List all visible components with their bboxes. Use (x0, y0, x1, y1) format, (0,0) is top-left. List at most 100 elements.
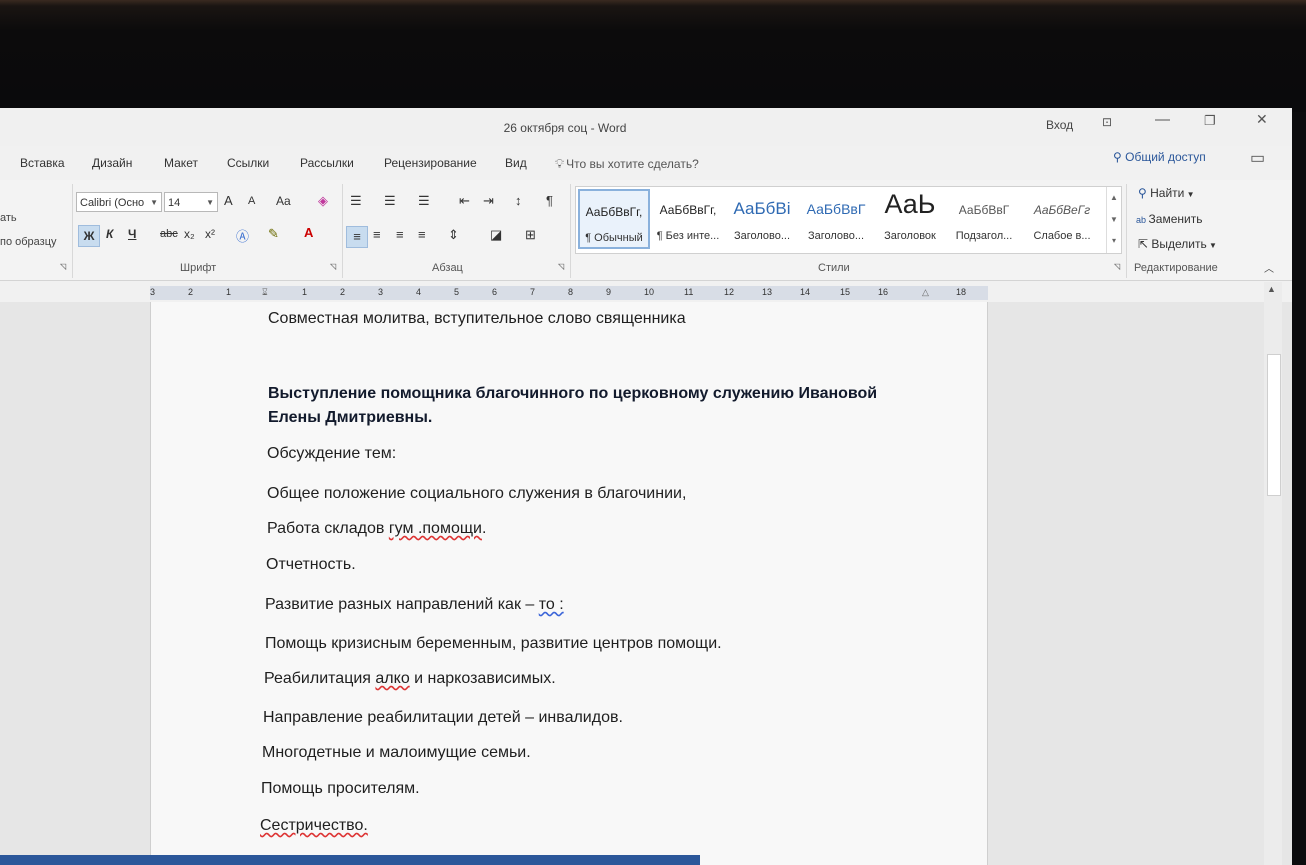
strikethrough-button[interactable]: abc (160, 228, 178, 240)
clipboard-launcher-icon[interactable]: ◹ (60, 262, 66, 271)
paste-label-fragment[interactable]: ать (0, 212, 17, 224)
show-marks-button[interactable]: ¶ (546, 193, 553, 208)
find-button[interactable]: ⚲ Найти ▼ (1138, 186, 1195, 200)
tab-review[interactable]: Рецензирование (384, 156, 477, 170)
styles-launcher-icon[interactable]: ◹ (1114, 262, 1120, 271)
spelling-error[interactable]: Сестричество. (260, 817, 368, 834)
style-heading-2[interactable]: АаБбВвГ Заголово... (800, 189, 872, 249)
line-spacing-icon[interactable]: ⇕ (448, 227, 459, 243)
text-run: и наркозависимых. (409, 670, 556, 687)
collapse-ribbon-icon[interactable]: ︿ (1264, 260, 1274, 275)
shrink-font-button[interactable]: A (248, 195, 255, 207)
style-normal[interactable]: АаБбВвГг, ¶ Обычный (578, 189, 650, 249)
format-painter-label[interactable]: по образцу (0, 236, 57, 248)
replace-button[interactable]: ab Заменить (1136, 212, 1202, 226)
ruler-tick: 15 (840, 287, 851, 297)
close-button[interactable]: ✕ (1256, 111, 1268, 128)
ruler-tick: 9 (606, 287, 612, 297)
ribbon-display-options-icon[interactable]: ⊡ (1102, 115, 1112, 129)
spelling-error[interactable]: гум .помощи (389, 520, 482, 537)
justify-icon[interactable]: ≡ (418, 227, 426, 242)
borders-icon[interactable]: ⊞ (525, 227, 536, 243)
divider (342, 184, 343, 278)
ruler-tick: 14 (800, 287, 811, 297)
ruler-tick: 1 (226, 287, 232, 297)
grow-font-button[interactable]: A (224, 193, 233, 208)
select-button[interactable]: ⇱ Выделить ▼ (1138, 237, 1217, 251)
multilevel-list-icon[interactable]: ☰ (418, 193, 430, 209)
font-group-label: Шрифт (180, 262, 217, 274)
highlight-icon[interactable]: ✎ (268, 226, 279, 242)
ruler-tick: 11 (684, 287, 694, 297)
sort-icon[interactable]: ↕ (515, 193, 522, 208)
restore-button[interactable]: ❐ (1204, 113, 1216, 129)
share-label: Общий доступ (1125, 150, 1206, 164)
ruler-tick: 13 (762, 287, 773, 297)
minimize-button[interactable]: — (1155, 111, 1170, 128)
divider (72, 184, 73, 278)
tab-view[interactable]: Вид (505, 156, 527, 170)
style-heading-1[interactable]: АаБбВі Заголово... (726, 189, 798, 249)
align-center-icon[interactable]: ≡ (373, 227, 381, 242)
increase-indent-icon[interactable]: ⇥ (483, 193, 494, 209)
ruler-tick: 10 (644, 287, 655, 297)
scroll-up-icon[interactable]: ▲ (1267, 284, 1276, 294)
style-title[interactable]: АаЬ Заголовок (874, 189, 946, 249)
align-right-icon[interactable]: ≡ (396, 227, 404, 242)
more-styles-icon[interactable]: ▾ (1107, 231, 1121, 251)
horizontal-ruler[interactable]: 3 2 1 ⌛︎ 1 2 3 4 5 6 7 8 9 10 11 12 13 1… (150, 286, 988, 300)
bold-button[interactable]: Ж (78, 225, 100, 247)
ruler-tick: 2 (340, 287, 346, 297)
vertical-scrollbar[interactable]: ▲ (1264, 282, 1282, 865)
decrease-indent-icon[interactable]: ⇤ (459, 193, 470, 209)
doc-line: Работа складов гум .помощи. (267, 520, 486, 538)
style-subtitle[interactable]: АаБбВвГ Подзагол... (948, 189, 1020, 249)
tab-insert[interactable]: Вставка (20, 156, 65, 170)
chevron-down-icon[interactable]: ▼ (1107, 209, 1121, 231)
font-launcher-icon[interactable]: ◹ (330, 262, 336, 271)
shading-icon[interactable]: ◪ (490, 227, 502, 243)
font-name-box[interactable]: Calibri (Осно ▼ (76, 192, 162, 212)
spelling-error[interactable]: алко (375, 670, 409, 687)
right-indent-marker-icon[interactable]: △ (922, 287, 929, 298)
doc-line: Многодетные и малоимущие семьи. (262, 744, 531, 761)
share-button[interactable]: ⚲ Общий доступ (1113, 150, 1206, 164)
search-icon: ⚲ (1138, 186, 1151, 200)
style-no-spacing[interactable]: АаБбВвГг, ¶ Без инте... (652, 189, 724, 249)
editing-group-label: Редактирование (1134, 262, 1218, 274)
tell-me-box[interactable]: 💡︎ Что вы хотите сделать? (555, 156, 699, 172)
grammar-error[interactable]: то : (539, 596, 564, 613)
ruler-tick: 8 (568, 287, 574, 297)
numbering-icon[interactable]: ☰ (384, 193, 396, 209)
align-left-icon[interactable]: ≡ (346, 226, 368, 248)
doc-line: Направление реабилитации детей – инвалид… (263, 709, 623, 726)
signin-link[interactable]: Вход (1046, 118, 1073, 132)
paragraph-launcher-icon[interactable]: ◹ (558, 262, 564, 271)
ruler-tick: 2 (188, 287, 194, 297)
clear-formatting-icon[interactable]: ◈ (318, 193, 328, 209)
tab-design[interactable]: Дизайн (92, 156, 132, 170)
underline-button[interactable]: Ч (128, 227, 136, 241)
indent-marker-icon[interactable]: ⌛︎ (262, 287, 268, 298)
doc-line: Отчетность. (266, 556, 356, 573)
ruler-tick: 12 (724, 287, 735, 297)
tab-layout[interactable]: Макет (164, 156, 198, 170)
change-case-button[interactable]: Aa (276, 194, 291, 208)
page[interactable]: Совместная молитва, вступительное слово … (150, 302, 988, 865)
style-subtle-emphasis[interactable]: АаБбВеГг Слабое в... (1026, 189, 1098, 249)
tab-mailings[interactable]: Рассылки (300, 156, 354, 170)
font-color-icon[interactable]: A (304, 225, 313, 240)
italic-button[interactable]: К (106, 227, 113, 241)
tab-references[interactable]: Ссылки (227, 156, 269, 170)
superscript-button[interactable]: x² (205, 227, 215, 241)
subscript-button[interactable]: x₂ (184, 227, 195, 241)
text-effects-icon[interactable]: Ⓐ (236, 226, 249, 245)
scroll-thumb[interactable] (1267, 354, 1281, 496)
font-size-box[interactable]: 14 ▼ (164, 192, 218, 212)
styles-scroll[interactable]: ▲ ▼ ▾ (1106, 187, 1121, 253)
lightbulb-icon: 💡︎ (555, 156, 565, 171)
ribbon: ать по образцу ◹ Calibri (Осно ▼ 14 ▼ A A … (0, 180, 1292, 281)
comments-icon[interactable]: ▭ (1250, 148, 1265, 168)
bullets-icon[interactable]: ☰ (350, 193, 362, 209)
chevron-up-icon[interactable]: ▲ (1107, 187, 1121, 209)
